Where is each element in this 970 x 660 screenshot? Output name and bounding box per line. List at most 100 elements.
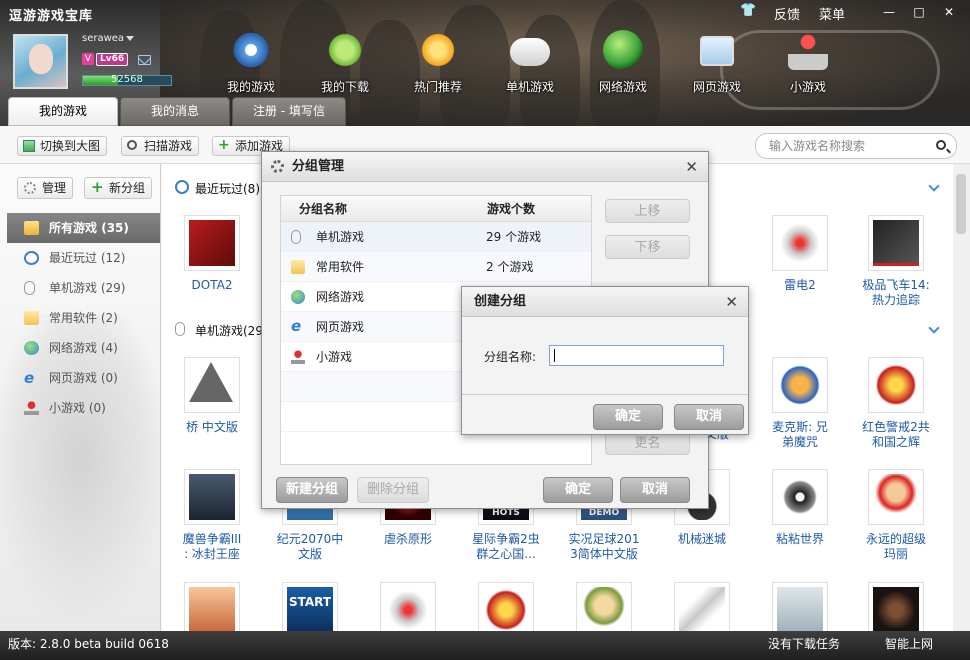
search-icon[interactable] bbox=[936, 140, 946, 150]
folder-icon bbox=[24, 221, 39, 235]
plus-icon: + bbox=[218, 137, 230, 153]
sidebar-item-single[interactable]: 单机游戏 (29) bbox=[7, 273, 160, 303]
username[interactable]: serawea bbox=[82, 33, 124, 44]
feedback-link[interactable]: 反馈 bbox=[774, 4, 800, 23]
game-tile[interactable]: 永远的超级 玛丽 bbox=[846, 469, 946, 562]
collapse-recent-icon[interactable] bbox=[928, 180, 940, 192]
sidebar-item-web[interactable]: e 网页游戏 (0) bbox=[7, 363, 160, 393]
nav-my-downloads[interactable]: 我的下载 bbox=[310, 30, 380, 96]
group-ok-button[interactable]: 确定 bbox=[543, 477, 613, 503]
mouse-icon bbox=[175, 322, 185, 336]
gamepad-icon bbox=[510, 38, 550, 66]
game-tile[interactable]: 麦克斯: 兄 弟魔咒 bbox=[750, 357, 850, 450]
version-text: 版本: 2.8.0 beta build 0618 bbox=[8, 637, 169, 651]
close-button[interactable]: ✕ bbox=[936, 4, 962, 21]
close-icon[interactable]: ✕ bbox=[685, 152, 698, 182]
sidebar: 管理 + 新分组 所有游戏 (35) 最近玩过 (12) 单机游戏 (29) 常… bbox=[0, 164, 161, 631]
sidebar-item-online[interactable]: 网络游戏 (4) bbox=[7, 333, 160, 363]
app-window: 逗游游戏宝库 👕 反馈 菜单 — □ ✕ serawea V Lv66 5256… bbox=[0, 0, 970, 660]
smart-network[interactable]: 智能上网 bbox=[885, 631, 933, 658]
nav-online-games[interactable]: 网络游戏 bbox=[588, 30, 658, 96]
browser-game-icon bbox=[700, 36, 734, 66]
game-tile[interactable] bbox=[358, 582, 458, 631]
joystick-icon bbox=[24, 401, 39, 415]
restore-button[interactable]: □ bbox=[906, 4, 932, 21]
game-tile[interactable]: 魔兽争霸III : 冰封王座 bbox=[162, 469, 262, 562]
scrollbar[interactable] bbox=[953, 164, 970, 631]
game-tile[interactable] bbox=[846, 582, 946, 631]
avatar[interactable] bbox=[13, 34, 68, 89]
app-title: 逗游游戏宝库 bbox=[9, 9, 94, 24]
collapse-single-icon[interactable] bbox=[928, 322, 940, 334]
status-bar: 版本: 2.8.0 beta build 0618 没有下载任务 智能上网 bbox=[0, 631, 970, 660]
game-tile[interactable]: 桥 中文版 bbox=[162, 357, 262, 435]
manage-button[interactable]: 管理 bbox=[17, 177, 74, 199]
nav-mini-games[interactable]: 小游戏 bbox=[773, 30, 843, 96]
game-tile[interactable] bbox=[750, 582, 850, 631]
close-icon[interactable]: ✕ bbox=[725, 287, 738, 317]
tab-register[interactable]: 注册 - 填写信息 bbox=[232, 97, 346, 126]
vip-badge: V bbox=[82, 53, 94, 65]
plus-icon: + bbox=[91, 178, 104, 196]
delete-group-button[interactable]: 删除分组 bbox=[357, 477, 429, 503]
nav-single-games[interactable]: 单机游戏 bbox=[495, 30, 565, 96]
switch-view-button[interactable]: 切换到大图 bbox=[17, 136, 108, 156]
text-cursor bbox=[554, 349, 555, 362]
game-tile[interactable] bbox=[554, 582, 654, 631]
sidebar-item-software[interactable]: 常用软件 (2) bbox=[7, 303, 160, 333]
table-row[interactable]: 单机游戏 29 个游戏 bbox=[281, 222, 591, 252]
create-ok-button[interactable]: 确定 bbox=[593, 404, 663, 430]
level-badge: Lv66 bbox=[96, 53, 129, 66]
sidebar-item-recent[interactable]: 最近玩过 (12) bbox=[7, 243, 160, 273]
game-tile[interactable]: 红色警戒2共 和国之辉 bbox=[846, 357, 946, 450]
group-table-header: 分组名称 游戏个数 bbox=[281, 196, 591, 222]
game-tile[interactable] bbox=[652, 582, 752, 631]
search-input[interactable]: 输入游戏名称搜索 bbox=[755, 133, 957, 159]
xp-bar: 52568 bbox=[82, 74, 172, 86]
menu-link[interactable]: 菜单 bbox=[819, 4, 845, 23]
clock-icon bbox=[24, 251, 39, 265]
game-tile[interactable]: 粘粘世界 bbox=[750, 469, 850, 547]
sidebar-item-mini[interactable]: 小游戏 (0) bbox=[7, 393, 160, 423]
game-tile[interactable]: 极品飞车14: 热力追踪 bbox=[846, 215, 946, 308]
joystick-icon bbox=[788, 30, 828, 70]
scan-games-button[interactable]: 扫描游戏 bbox=[121, 136, 200, 156]
mail-icon[interactable] bbox=[138, 55, 151, 65]
globe-icon bbox=[603, 30, 643, 70]
skull-ship-icon bbox=[231, 30, 271, 70]
new-group-button[interactable]: + 新分组 bbox=[84, 177, 153, 199]
main-tabs: 我的游戏 我的消息 注册 - 填写信息 bbox=[8, 97, 346, 126]
game-tile[interactable]: DOTA2 bbox=[162, 215, 262, 293]
group-manager-titlebar: 分组管理 ✕ bbox=[262, 152, 708, 182]
mouse-icon bbox=[24, 281, 35, 295]
sidebar-item-all-games[interactable]: 所有游戏 (35) bbox=[7, 213, 160, 243]
gear-icon bbox=[271, 160, 284, 173]
section-recent[interactable]: 最近玩过(8) bbox=[175, 180, 260, 197]
skin-icon[interactable]: 👕 bbox=[740, 3, 756, 18]
folder-icon bbox=[24, 311, 39, 325]
section-single[interactable]: 单机游戏(29 bbox=[175, 322, 263, 339]
globe-icon bbox=[24, 341, 39, 355]
clock-icon bbox=[175, 180, 189, 194]
nav-my-games[interactable]: 我的游戏 bbox=[216, 30, 286, 96]
table-row[interactable]: 常用软件 2 个游戏 bbox=[281, 252, 591, 282]
tab-my-messages[interactable]: 我的消息 bbox=[120, 97, 230, 126]
move-up-button[interactable]: 上移 bbox=[605, 199, 690, 223]
nav-hot-recommend[interactable]: 热门推荐 bbox=[403, 30, 473, 96]
move-down-button[interactable]: 下移 bbox=[605, 235, 690, 259]
user-dropdown-icon[interactable] bbox=[126, 36, 134, 41]
download-status[interactable]: 没有下载任务 bbox=[768, 631, 840, 658]
game-tile[interactable] bbox=[162, 582, 262, 631]
new-group-dialog-button[interactable]: 新建分组 bbox=[276, 477, 348, 503]
ie-icon: e bbox=[24, 369, 35, 387]
tab-my-games[interactable]: 我的游戏 bbox=[8, 97, 118, 126]
folder-icon bbox=[291, 260, 305, 274]
create-cancel-button[interactable]: 取消 bbox=[674, 404, 744, 430]
game-tile[interactable] bbox=[456, 582, 556, 631]
nav-web-games[interactable]: 网页游戏 bbox=[682, 30, 752, 96]
group-cancel-button[interactable]: 取消 bbox=[620, 477, 690, 503]
group-name-input[interactable] bbox=[549, 345, 724, 366]
minimize-button[interactable]: — bbox=[876, 4, 902, 21]
game-tile[interactable]: START bbox=[260, 582, 360, 631]
game-tile[interactable]: 雷电2 bbox=[750, 215, 850, 293]
